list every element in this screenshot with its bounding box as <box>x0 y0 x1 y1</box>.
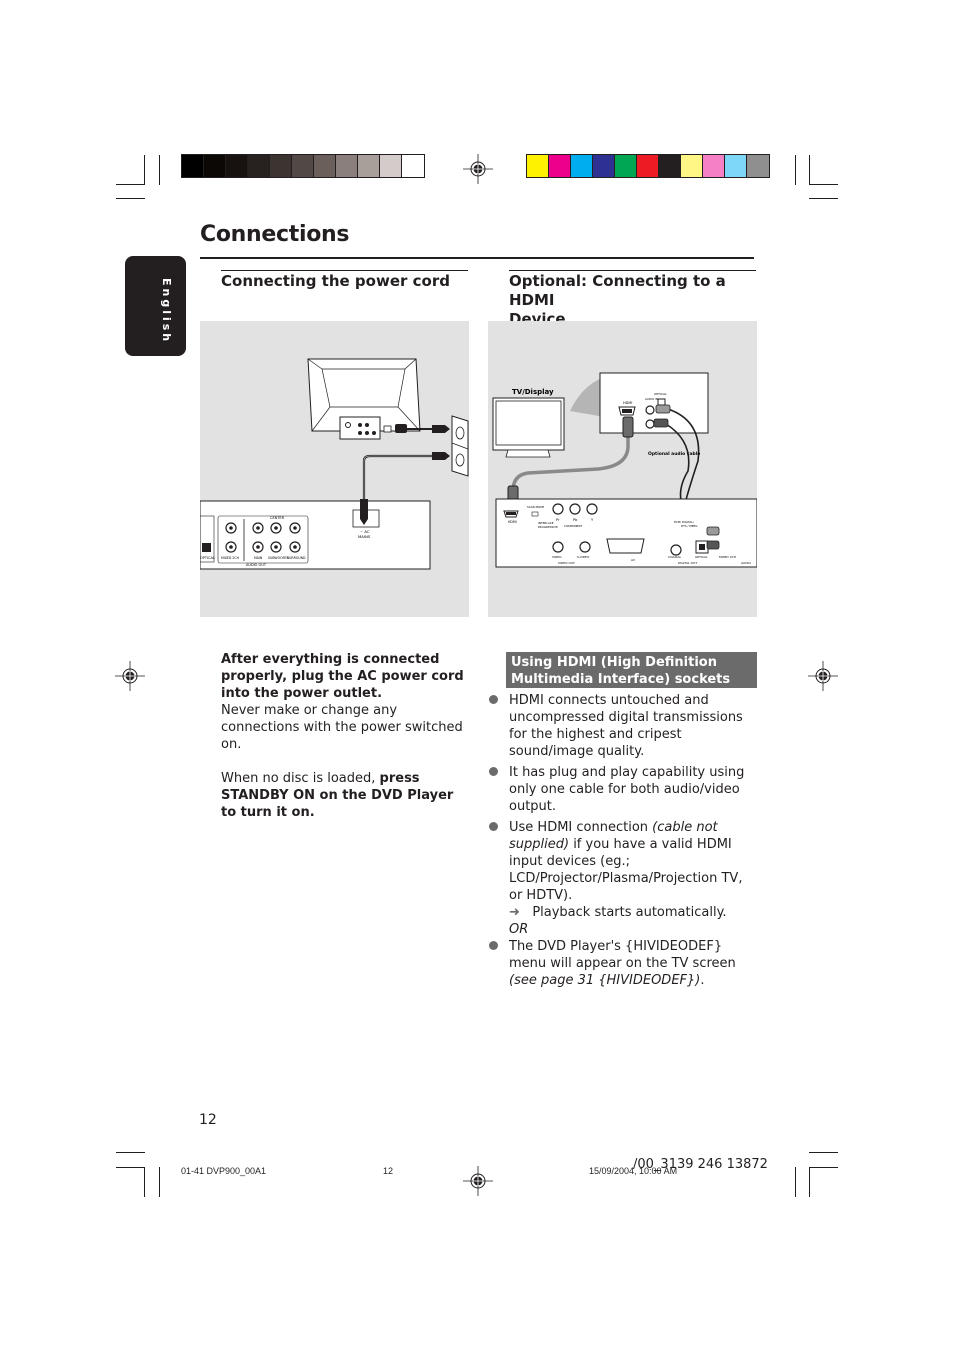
label-optical-dvd: OPTICAL <box>695 555 708 559</box>
footer-code: /00_3139 246 13872 <box>633 1157 768 1172</box>
bullet-icon <box>489 941 498 950</box>
list-item: It has plug and play capability using on… <box>489 764 759 815</box>
list-item: Use HDMI connection (cable not supplied)… <box>489 819 759 938</box>
registration-mark-icon <box>463 154 493 184</box>
label-center: CENTER <box>270 516 285 520</box>
color-swatch <box>747 155 769 177</box>
instruction-standby-press: press <box>379 771 420 786</box>
registration-mark-icon <box>115 661 145 691</box>
label-surround: SURROUND <box>287 556 306 560</box>
color-swatch <box>703 155 725 177</box>
label-optical: OPTICAL <box>200 556 215 560</box>
color-swatch <box>593 155 615 177</box>
label-s-video: S-VIDEO <box>577 555 590 559</box>
grayscale-calibration-bar <box>181 154 425 178</box>
label-mains: MAINS <box>358 534 371 539</box>
color-swatch <box>527 155 549 177</box>
color-swatch <box>615 155 637 177</box>
hdmi-info-heading: Using HDMI (High Definition Multimedia I… <box>506 652 757 688</box>
label-tv-display: TV/Display <box>512 388 554 396</box>
label-audio-in: AUDIO IN <box>645 397 658 401</box>
instruction-standby-intro: When no disc is loaded, <box>221 771 380 786</box>
label-optical-tv: OPTICAL <box>654 392 667 396</box>
label-pr: Pr <box>556 518 560 522</box>
label-progressive: PROGRESSIVE <box>538 525 558 529</box>
hdmi-bullet-list: HDMI connects untouched and uncompressed… <box>489 692 759 993</box>
label-optional-audio-cable: Optional audio cable <box>648 451 700 457</box>
language-tab <box>125 256 186 356</box>
label-video-out: VIDEO OUT <box>558 561 575 565</box>
grayscale-swatch <box>380 155 402 177</box>
label-hdmi-dvd: HDMI <box>508 520 517 524</box>
wall-outlet-icon <box>451 415 469 477</box>
dvd-player-back-panel: CENTER MIXED 2CH MAIN SUBWOOFER SURROUND… <box>199 499 431 570</box>
grayscale-swatch <box>226 155 248 177</box>
color-swatch <box>549 155 571 177</box>
footer-file-name: 01-41 DVP900_00A1 <box>181 1166 267 1176</box>
title-divider <box>200 257 754 259</box>
bullet-icon <box>489 822 498 831</box>
registration-mark-icon <box>808 661 838 691</box>
grayscale-swatch <box>336 155 358 177</box>
dvd-player-back-panel: HDMI SCAN MODE INTERLACE PROGRESSIVE Pr … <box>495 498 758 568</box>
color-swatch <box>659 155 681 177</box>
color-swatch <box>571 155 593 177</box>
arrow-right-icon: ➜ <box>509 905 520 920</box>
grayscale-swatch <box>182 155 204 177</box>
instruction-standby-bold: STANDBY ON on the DVD Player to turn it … <box>221 788 454 820</box>
grayscale-swatch <box>204 155 226 177</box>
label-dts-mpeg: DTS / MPEG <box>681 524 697 528</box>
instruction-bold-1: After everything is connected properly, … <box>221 652 464 701</box>
color-swatch <box>725 155 747 177</box>
label-main: MAIN <box>254 556 263 560</box>
list-item: HDMI connects untouched and uncompressed… <box>489 692 759 760</box>
power-cord-diagram: CENTER MIXED 2CH MAIN SUBWOOFER SURROUND… <box>199 358 469 570</box>
label-audio-out: AUDIO OUT <box>246 563 267 567</box>
label-mixed-2ch: MIXED 2CH <box>221 556 240 560</box>
tv-back-icon <box>307 358 421 440</box>
color-swatch <box>637 155 659 177</box>
label-coaxial: COAXIAL <box>668 555 681 559</box>
result-text: Playback starts automatically. <box>532 905 727 920</box>
left-section-heading: Connecting the power cord <box>221 272 450 290</box>
footer-page: 12 <box>383 1166 394 1176</box>
bullet-icon <box>489 695 498 704</box>
registration-mark-icon <box>463 1166 493 1196</box>
grayscale-swatch <box>358 155 380 177</box>
result-line: ➜ Playback starts automatically. <box>509 904 759 921</box>
hdmi-connection-figure: TV/Display HDMI OPTICAL AUDIO IN Optiona… <box>488 321 758 617</box>
power-cord-figure: CENTER MIXED 2CH MAIN SUBWOOFER SURROUND… <box>199 321 469 617</box>
bullet-icon <box>489 767 498 776</box>
tv-display-icon: TV/Display <box>492 388 565 458</box>
language-tab-label: English <box>160 278 173 345</box>
power-instructions: After everything is connected properly, … <box>221 651 471 821</box>
right-heading-line-1: Optional: Connecting to a HDMI <box>509 272 726 309</box>
label-component: COMPONENT <box>564 524 582 528</box>
grayscale-swatch <box>314 155 336 177</box>
grayscale-swatch <box>248 155 270 177</box>
hdmi-info-heading-line-2: Multimedia Interface) sockets <box>511 672 731 687</box>
label-audio: AUDIO <box>741 561 751 565</box>
grayscale-swatch <box>402 155 424 177</box>
instruction-warning: Never make or change any connections wit… <box>221 703 463 752</box>
label-digital-out: DIGITAL OUT <box>678 561 697 565</box>
hdmi-info-heading-line-1: Using HDMI (High Definition <box>511 655 717 670</box>
grayscale-swatch <box>292 155 314 177</box>
color-calibration-bar <box>526 154 770 178</box>
label-hdmi-tv: HDMI <box>623 401 632 405</box>
label-video: VIDEO <box>552 555 562 559</box>
label-scan-mode: SCAN MODE <box>527 505 544 509</box>
right-section-rule <box>509 270 756 271</box>
page-number: 12 <box>199 1112 217 1128</box>
page-title: Connections <box>200 222 350 247</box>
or-text: OR <box>509 922 529 937</box>
hdmi-diagram: TV/Display HDMI OPTICAL AUDIO IN Optiona… <box>492 372 758 568</box>
list-item: The DVD Player's {HIVIDEODEF} menu will … <box>489 938 759 989</box>
grayscale-swatch <box>270 155 292 177</box>
label-mixed-2ch: MIXED 2CH <box>719 555 736 559</box>
color-swatch <box>681 155 703 177</box>
left-section-rule <box>221 270 468 271</box>
